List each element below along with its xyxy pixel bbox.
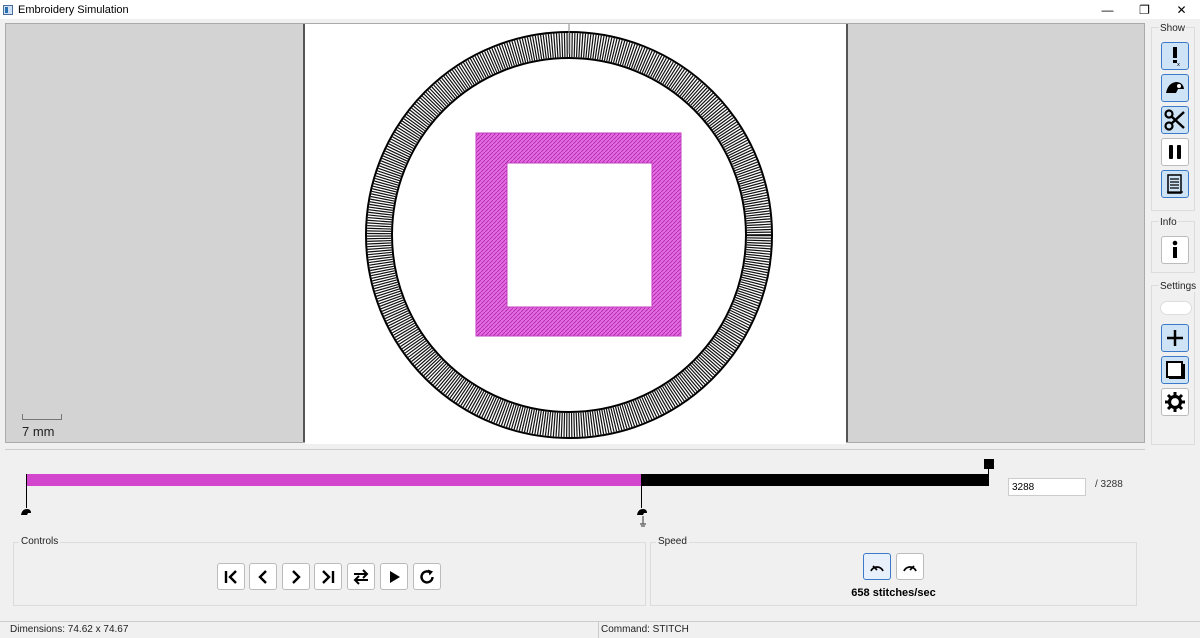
speed-value: 658 stitches/sec <box>851 587 936 599</box>
previous-stitch-button[interactable] <box>249 563 277 590</box>
info-button[interactable] <box>1161 236 1189 264</box>
prev-icon <box>258 569 267 584</box>
swap-icon <box>353 568 369 585</box>
info-label: Info <box>1159 217 1178 228</box>
jump-warning-icon: x <box>1173 47 1180 67</box>
right-panel: Show x Info Settings <box>1150 19 1198 619</box>
canvas-divider-left <box>303 24 305 442</box>
title-bar: Embroidery Simulation — ❐ ✕ <box>0 0 1200 19</box>
play-button[interactable] <box>380 563 408 590</box>
command-status: Command: STITCH <box>601 624 689 635</box>
faster-icon <box>903 564 917 571</box>
speed-label: Speed <box>656 536 689 547</box>
slower-button[interactable] <box>863 553 891 580</box>
toggle-icon[interactable] <box>1160 301 1192 315</box>
close-button[interactable]: ✕ <box>1163 0 1200 19</box>
scale-label: 7 mm <box>22 424 55 439</box>
crosshair-icon <box>1167 330 1183 346</box>
info-icon <box>1172 240 1178 258</box>
window-title: Embroidery Simulation <box>18 3 129 16</box>
embroidery-canvas[interactable]: 7 mm <box>5 23 1145 444</box>
status-separator <box>598 622 599 638</box>
trim-icon <box>1166 82 1184 93</box>
play-icon <box>390 570 400 583</box>
settings-label: Settings <box>1159 281 1198 292</box>
first-stitch-button[interactable] <box>217 563 245 590</box>
color-change-icon <box>1167 174 1183 194</box>
next-icon <box>292 569 301 584</box>
faster-button[interactable] <box>896 553 924 580</box>
jump-warning-toggle[interactable]: x <box>1161 42 1189 70</box>
status-bar: Dimensions: 74.62 x 74.67 Command: STITC… <box>0 621 1200 638</box>
progress-current-marker <box>641 474 642 508</box>
stitch-progress[interactable]: / 3288 <box>5 450 1145 530</box>
canvas-divider-right <box>846 24 848 442</box>
pause-toggle[interactable] <box>1161 138 1189 166</box>
controls-panel: Controls <box>13 536 646 606</box>
total-stitches-label: / 3288 <box>1095 479 1123 490</box>
bottom-panel: / 3288 Controls Speed <box>5 449 1145 614</box>
progress-remaining-bar[interactable] <box>642 474 989 486</box>
slower-icon <box>870 564 884 571</box>
progress-slider-handle[interactable] <box>984 459 994 469</box>
info-group: Info <box>1151 217 1195 273</box>
progress-completed-bar[interactable] <box>26 474 642 486</box>
needle-marker-icon <box>640 516 646 527</box>
refresh-icon <box>420 569 434 584</box>
scissors-icon <box>1164 109 1185 131</box>
embroidery-design <box>365 24 773 439</box>
restore-button[interactable]: ❐ <box>1126 0 1163 19</box>
color-change-toggle[interactable] <box>1161 170 1189 198</box>
progress-start-marker <box>26 474 27 508</box>
dimensions-status: Dimensions: 74.62 x 74.67 <box>10 624 129 635</box>
controls-label: Controls <box>19 536 61 547</box>
trim-toggle[interactable] <box>1161 74 1189 102</box>
current-stitch-input[interactable] <box>1008 478 1086 496</box>
show-label: Show <box>1159 23 1187 34</box>
settings-button[interactable] <box>1161 388 1189 416</box>
swap-direction-button[interactable] <box>347 563 375 590</box>
last-icon <box>322 569 335 584</box>
restart-button[interactable] <box>413 563 441 590</box>
pause-icon <box>1169 145 1181 159</box>
app-icon <box>3 4 13 15</box>
svg-text:x: x <box>1177 62 1180 67</box>
first-icon <box>224 569 237 584</box>
settings-group: Settings <box>1151 281 1198 445</box>
hoop-satin-ring <box>367 33 771 437</box>
show-group: Show x <box>1151 23 1195 211</box>
next-stitch-button[interactable] <box>282 563 310 590</box>
page-toggle[interactable] <box>1161 356 1189 384</box>
page-icon <box>1166 361 1185 379</box>
scale-bar <box>22 414 62 420</box>
square-design <box>475 132 682 337</box>
last-stitch-button[interactable] <box>314 563 342 590</box>
scissors-toggle[interactable] <box>1161 106 1189 134</box>
minimize-button[interactable]: — <box>1089 0 1126 19</box>
hoop-paper <box>305 24 846 444</box>
gear-icon <box>1165 392 1185 412</box>
trim-marker-icon <box>21 509 31 515</box>
crosshair-toggle[interactable] <box>1161 324 1189 352</box>
speed-panel: Speed 658 stitches/sec <box>650 536 1137 606</box>
hoop-inner-ring <box>391 57 747 413</box>
